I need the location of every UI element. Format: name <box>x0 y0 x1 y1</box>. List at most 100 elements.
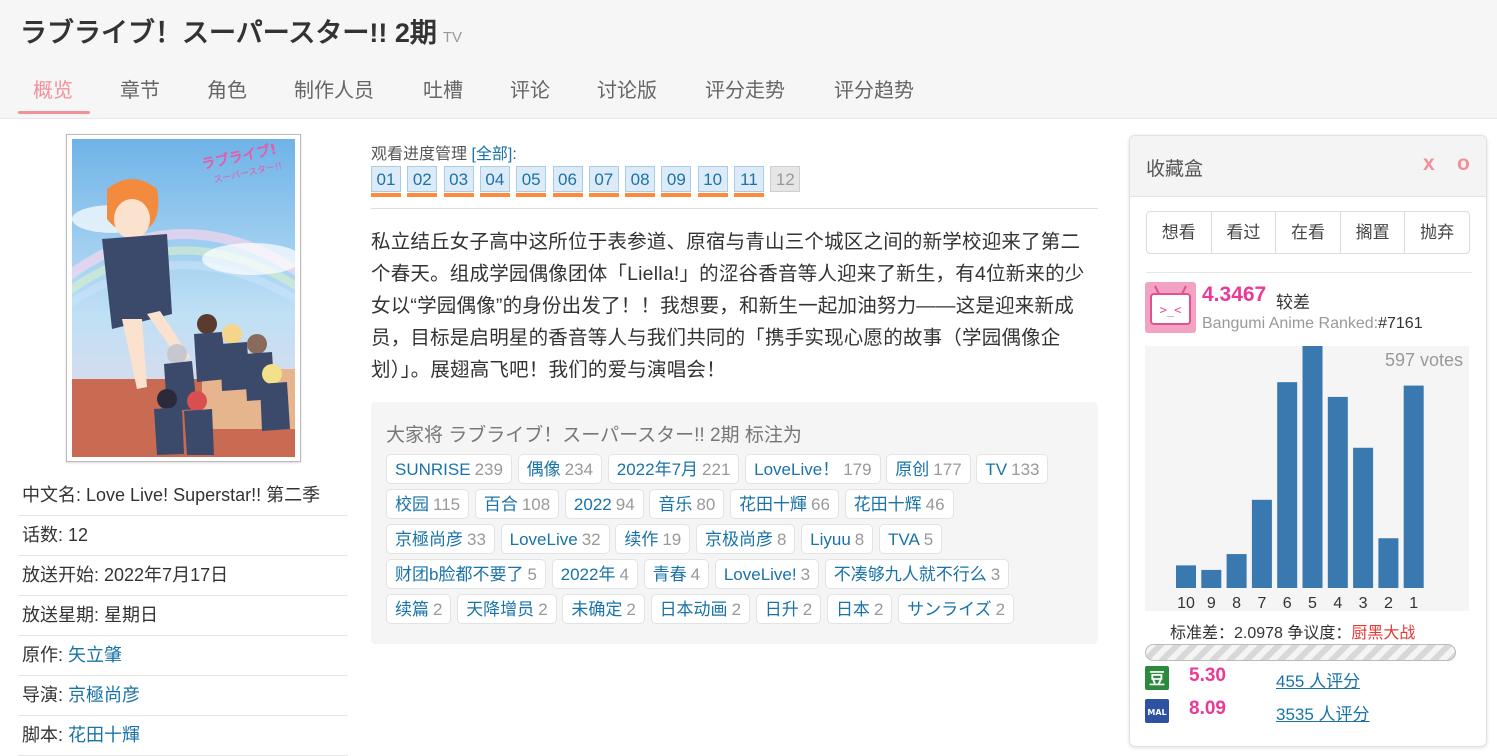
info-link-script[interactable]: 花田十輝 <box>68 725 140 745</box>
episode-05-button[interactable]: 05 <box>516 166 547 197</box>
tab-staff[interactable]: 制作人员 <box>294 74 374 103</box>
tag-item[interactable]: 2022年 4 <box>551 559 638 589</box>
svg-text:MAL: MAL <box>1147 708 1166 717</box>
episode-11-button[interactable]: 11 <box>734 166 764 197</box>
tag-item[interactable]: 财团b脸都不要了 5 <box>386 559 546 589</box>
episode-10-button[interactable]: 10 <box>697 166 728 197</box>
episode-01-button[interactable]: 01 <box>371 166 401 197</box>
tag-item[interactable]: 未确定 2 <box>562 594 645 624</box>
mal-votes-link[interactable]: 3535 人评分 <box>1276 700 1370 725</box>
info-director: 导演: 京極尚彦 <box>18 676 348 716</box>
tag-item[interactable]: 百合 108 <box>474 489 560 519</box>
tag-item[interactable]: 偶像 234 <box>517 454 603 484</box>
tag-name: 2022年 <box>560 565 616 584</box>
bar-score-4[interactable] <box>1327 396 1348 588</box>
progress-all-link[interactable]: [全部] <box>471 146 512 163</box>
tab-overview[interactable]: 概览 <box>33 74 73 103</box>
episode-08-button[interactable]: 08 <box>625 166 656 197</box>
tag-item[interactable]: 花田十辉 46 <box>844 489 954 519</box>
rating-face-icon: >_< <box>1145 282 1196 333</box>
tick-label-10: 10 <box>1177 595 1195 611</box>
bar-score-5[interactable] <box>1302 346 1323 588</box>
onhold-button[interactable]: 搁置 <box>1341 212 1406 253</box>
bar-score-2[interactable] <box>1378 538 1399 588</box>
tag-item[interactable]: 音乐 80 <box>649 489 725 519</box>
episode-12-button[interactable]: 12 <box>770 166 801 192</box>
tag-name: 天降增员 <box>466 600 535 619</box>
tag-name: 花田十輝 <box>739 495 808 514</box>
tag-item[interactable]: TV 133 <box>976 454 1049 484</box>
bar-score-7[interactable] <box>1251 499 1272 588</box>
tab-rating-trend-2[interactable]: 评分趋势 <box>834 74 914 103</box>
aired-indicator <box>734 193 764 197</box>
tag-item[interactable]: 日本 2 <box>826 594 893 624</box>
episode-number: 11 <box>740 170 758 189</box>
tag-item[interactable]: 不凑够九人就不行么 3 <box>824 559 1010 589</box>
tag-item[interactable]: 京极尚彦 8 <box>695 524 796 554</box>
rank-label: Bangumi Anime Ranked: <box>1202 315 1379 332</box>
tag-item[interactable]: LoveLive！ 179 <box>745 454 881 484</box>
tag-count: 80 <box>696 495 716 514</box>
tab-episodes[interactable]: 章节 <box>120 74 160 103</box>
episode-02-button[interactable]: 02 <box>407 166 438 197</box>
bar-score-10[interactable] <box>1176 565 1196 588</box>
tag-item[interactable]: 日本动画 2 <box>650 594 751 624</box>
episode-04-button[interactable]: 04 <box>479 166 510 197</box>
tag-item[interactable]: 原创 177 <box>886 454 971 484</box>
poster-illustration: ラブライブ! スーパースター!! <box>72 139 295 457</box>
tag-item[interactable]: 续作 19 <box>615 524 691 554</box>
watching-button[interactable]: 在看 <box>1276 212 1341 253</box>
tag-item[interactable]: 天降增员 2 <box>457 594 557 624</box>
poster-image[interactable]: ラブライブ! スーパースター!! <box>66 134 301 462</box>
close-icon[interactable]: x <box>1423 152 1435 176</box>
panel-title: 收藏盒 <box>1146 159 1204 180</box>
expand-icon[interactable]: o <box>1457 152 1470 176</box>
wish-button[interactable]: 想看 <box>1147 212 1212 253</box>
anime-title[interactable]: ラブライブ！スーパースター!! 2期 <box>20 18 437 48</box>
info-link-original[interactable]: 矢立肇 <box>68 645 122 665</box>
tag-count: 2 <box>626 600 636 619</box>
bar-score-9[interactable] <box>1201 569 1222 588</box>
tag-item[interactable]: 花田十輝 66 <box>730 489 839 519</box>
dropped-button[interactable]: 抛弃 <box>1405 212 1469 253</box>
tag-item[interactable]: サンライズ 2 <box>898 594 1015 624</box>
info-label: 中文名: <box>22 485 87 505</box>
douban-score: 5.30 <box>1189 665 1226 686</box>
bar-score-8[interactable] <box>1226 554 1247 588</box>
tag-item[interactable]: 2022年7月 221 <box>607 454 740 484</box>
tab-board[interactable]: 讨论版 <box>597 74 657 103</box>
info-label: 放送星期: <box>22 605 105 625</box>
poster-artwork: ラブライブ! スーパースター!! <box>72 139 295 457</box>
tag-item[interactable]: 青春 4 <box>643 559 710 589</box>
episode-03-button[interactable]: 03 <box>443 166 474 197</box>
douban-icon: 豆 <box>1145 666 1169 690</box>
douban-votes-link[interactable]: 455 人评分 <box>1276 667 1360 692</box>
episode-07-button[interactable]: 07 <box>588 166 619 197</box>
episode-09-button[interactable]: 09 <box>661 166 692 197</box>
bar-score-6[interactable] <box>1277 382 1298 588</box>
bar-score-1[interactable] <box>1403 385 1424 588</box>
tag-item[interactable]: TVA 5 <box>878 524 943 554</box>
tab-characters[interactable]: 角色 <box>207 74 247 103</box>
tag-item[interactable]: LoveLive 32 <box>500 524 610 554</box>
tag-item[interactable]: 续篇 2 <box>386 594 452 624</box>
tag-item[interactable]: 京極尚彦 33 <box>386 524 495 554</box>
episode-number: 05 <box>521 170 541 189</box>
bar-score-3[interactable] <box>1353 447 1374 588</box>
tag-item[interactable]: 日升 2 <box>755 594 822 624</box>
tag-item[interactable]: LoveLive! 3 <box>714 559 820 589</box>
episode-number: 07 <box>594 170 614 189</box>
episode-06-button[interactable]: 06 <box>552 166 583 197</box>
tag-item[interactable]: SUNRISE 239 <box>386 454 512 484</box>
tag-item[interactable]: 2022 94 <box>564 489 644 519</box>
tab-rating-trend[interactable]: 评分走势 <box>705 74 785 103</box>
info-link-director[interactable]: 京極尚彦 <box>68 685 140 705</box>
watched-button[interactable]: 看过 <box>1212 212 1277 253</box>
tag-item[interactable]: 校园 115 <box>386 489 470 519</box>
episode-number: 06 <box>558 170 577 189</box>
tag-count: 46 <box>925 495 945 514</box>
svg-text:>_<: >_< <box>1160 303 1182 317</box>
tab-comments[interactable]: 吐槽 <box>423 74 463 103</box>
tab-reviews[interactable]: 评论 <box>510 74 550 103</box>
tag-item[interactable]: Liyuu 8 <box>801 524 874 554</box>
